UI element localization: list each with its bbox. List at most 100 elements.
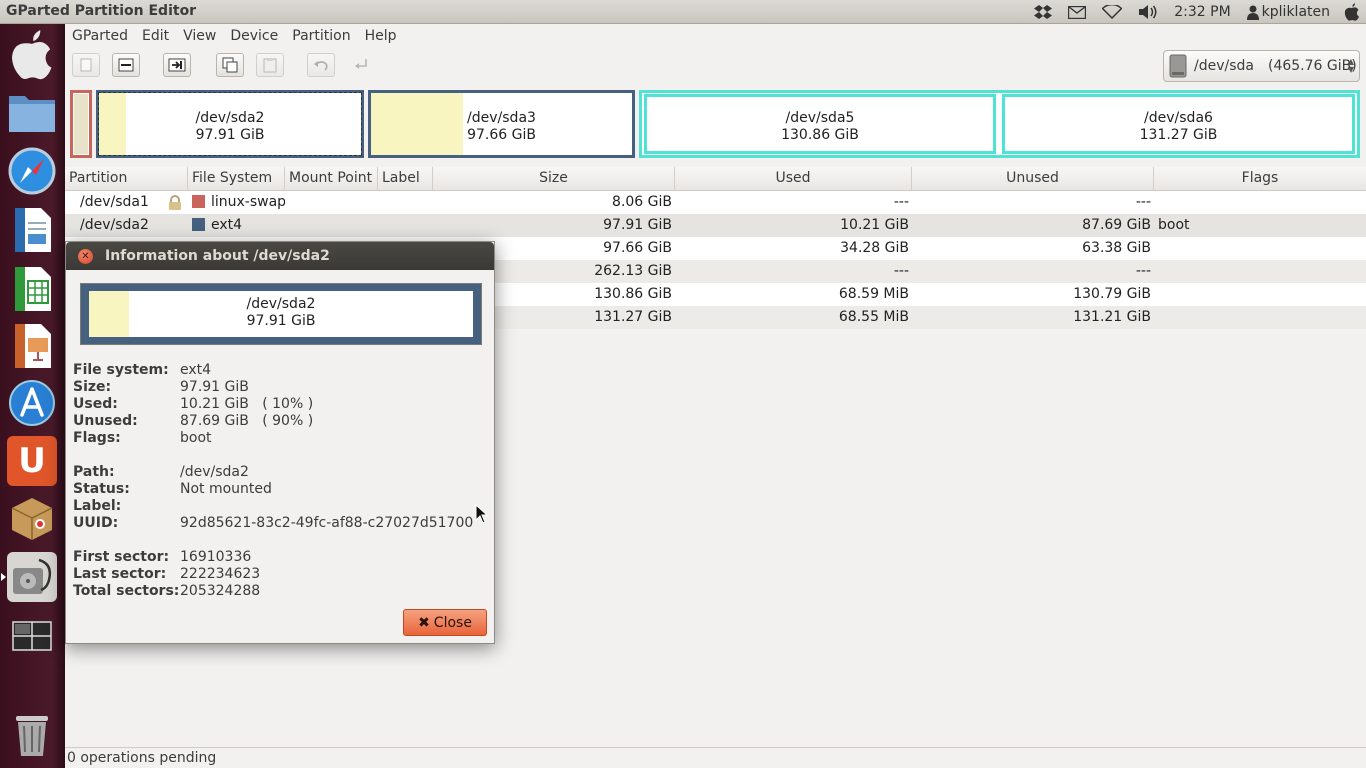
copy-button[interactable] xyxy=(216,53,244,77)
compass-icon xyxy=(8,147,56,195)
disk-map-sda2[interactable]: /dev/sda2 97.91 GiB xyxy=(96,90,364,158)
launcher-workspaces-button[interactable] xyxy=(7,611,57,661)
field-label: UUID: xyxy=(73,515,119,531)
paste-button[interactable] xyxy=(256,53,284,77)
volume-icon[interactable] xyxy=(1130,0,1166,24)
row-used: 34.28 GiB xyxy=(840,240,909,256)
menu-partition[interactable]: Partition xyxy=(285,28,357,44)
resize-icon xyxy=(168,58,186,72)
row-used: --- xyxy=(893,263,909,279)
row-used: 10.21 GiB xyxy=(840,217,909,233)
menu-help[interactable]: Help xyxy=(358,28,404,44)
menu-view[interactable]: View xyxy=(176,28,223,44)
disk-map-sda5[interactable]: /dev/sda5 130.86 GiB xyxy=(644,94,996,154)
fs-color-swatch xyxy=(192,195,205,208)
disk-map-sda3-name: /dev/sda3 xyxy=(467,110,536,126)
user-menu[interactable]: kpliklaten xyxy=(1239,0,1336,24)
document-icon xyxy=(15,208,51,252)
col-used[interactable]: Used xyxy=(675,167,912,191)
dialog-map-name: /dev/sda2 xyxy=(246,296,316,312)
col-label[interactable]: Label xyxy=(378,167,433,191)
col-unused[interactable]: Unused xyxy=(912,167,1154,191)
col-size[interactable]: Size xyxy=(433,167,675,191)
close-button[interactable]: ✖ Close xyxy=(403,609,487,636)
field-label: Total sectors: xyxy=(73,583,180,599)
resize-move-button[interactable] xyxy=(163,53,191,77)
field-label: First sector: xyxy=(73,549,170,565)
field-value: 222234623 xyxy=(180,566,261,582)
menubar: GParted Edit View Device Partition Help xyxy=(65,24,1366,48)
table-row[interactable]: /dev/sda2 ext4 97.91 GiB 10.21 GiB 87.69… xyxy=(65,214,1366,237)
mail-icon[interactable] xyxy=(1060,0,1094,24)
disk-map-sda6[interactable]: /dev/sda6 131.27 GiB xyxy=(1002,94,1355,154)
menu-gparted[interactable]: GParted xyxy=(65,28,135,44)
col-partition[interactable]: Partition xyxy=(65,167,188,191)
launcher-apple-button[interactable] xyxy=(7,30,57,80)
app-store-icon xyxy=(9,380,55,426)
col-filesystem[interactable]: File System xyxy=(188,167,285,191)
row-size: 97.91 GiB xyxy=(603,217,672,233)
wifi-icon[interactable] xyxy=(1094,0,1130,24)
launcher-package-button[interactable] xyxy=(7,493,57,543)
dialog-close-icon[interactable]: ✕ xyxy=(78,249,93,264)
row-partition: /dev/sda1 xyxy=(80,194,149,210)
window-title: GParted Partition Editor xyxy=(6,3,197,19)
disk-map-sda1[interactable] xyxy=(70,90,92,158)
package-icon xyxy=(11,498,53,540)
launcher-safari-button[interactable] xyxy=(7,146,57,196)
dialog-partition-map: /dev/sda2 97.91 GiB xyxy=(80,283,482,345)
field-label: Used: xyxy=(73,396,118,412)
dialog-titlebar[interactable]: ✕ Information about /dev/sda2 xyxy=(66,242,494,270)
field-value: 16910336 xyxy=(180,549,252,565)
row-partition: /dev/sda2 xyxy=(80,217,149,233)
close-icon: ✖ xyxy=(418,614,430,631)
launcher-ubuntu-one-button[interactable]: U xyxy=(7,436,57,486)
launcher-gparted-button[interactable] xyxy=(1,552,57,602)
clock[interactable]: 2:32 PM xyxy=(1166,0,1238,24)
row-flags: boot xyxy=(1158,217,1190,233)
row-unused: 130.79 GiB xyxy=(1073,286,1151,302)
active-indicator xyxy=(1,573,6,581)
delete-partition-button[interactable] xyxy=(112,53,140,77)
device-selector[interactable]: /dev/sda (465.76 GiB) ▲ ▼ xyxy=(1163,50,1360,82)
launcher-writer-button[interactable] xyxy=(7,205,57,255)
row-flags xyxy=(1154,191,1366,214)
apply-button[interactable] xyxy=(347,53,375,77)
close-button-label: Close xyxy=(433,614,472,631)
disk-map-sda3-size: 97.66 GiB xyxy=(467,127,536,143)
undo-button[interactable] xyxy=(307,53,335,77)
field-value: ext4 xyxy=(180,362,212,378)
row-used: 68.59 MiB xyxy=(838,286,909,302)
disk-utility-icon xyxy=(13,558,52,594)
launcher-appstore-button[interactable] xyxy=(7,378,57,428)
launcher-impress-button[interactable] xyxy=(7,321,57,371)
col-mountpoint[interactable]: Mount Point xyxy=(285,167,378,191)
field-label: Unused: xyxy=(73,413,138,429)
new-partition-button[interactable] xyxy=(72,53,100,77)
menu-edit[interactable]: Edit xyxy=(135,28,176,44)
disk-map: /dev/sda2 97.91 GiB /dev/sda3 97.66 GiB /d… xyxy=(65,86,1366,164)
row-unused: 63.38 GiB xyxy=(1082,240,1151,256)
menu-device[interactable]: Device xyxy=(223,28,285,44)
row-unused: 131.21 GiB xyxy=(1073,309,1151,325)
field-value: 87.69 GiB ( 90% ) xyxy=(180,413,314,429)
field-value: boot xyxy=(180,430,212,446)
launcher-files-button[interactable] xyxy=(7,87,57,137)
disk-map-sda5-name: /dev/sda5 xyxy=(785,110,855,126)
field-value: Not mounted xyxy=(180,481,272,497)
undo-icon xyxy=(314,61,328,71)
lock-icon xyxy=(169,195,181,210)
apple-icon[interactable] xyxy=(1336,0,1366,24)
row-filesystem: linux-swap xyxy=(211,194,285,210)
disk-map-sda3[interactable]: /dev/sda3 97.66 GiB xyxy=(368,90,635,158)
fs-color-swatch xyxy=(192,218,205,231)
launcher-calc-button[interactable] xyxy=(7,264,57,314)
harddisk-icon xyxy=(1169,54,1187,78)
dropbox-icon[interactable] xyxy=(1026,0,1060,24)
disk-map-sda5-size: 130.86 GiB xyxy=(781,127,859,143)
top-panel: GParted Partition Editor 2:32 PM kplikla… xyxy=(0,0,1366,24)
row-used: --- xyxy=(893,194,909,210)
col-flags[interactable]: Flags xyxy=(1154,167,1366,191)
table-row[interactable]: /dev/sda1 linux-swap 8.06 GiB --- --- xyxy=(65,191,1366,214)
launcher-trash-button[interactable] xyxy=(7,709,57,759)
